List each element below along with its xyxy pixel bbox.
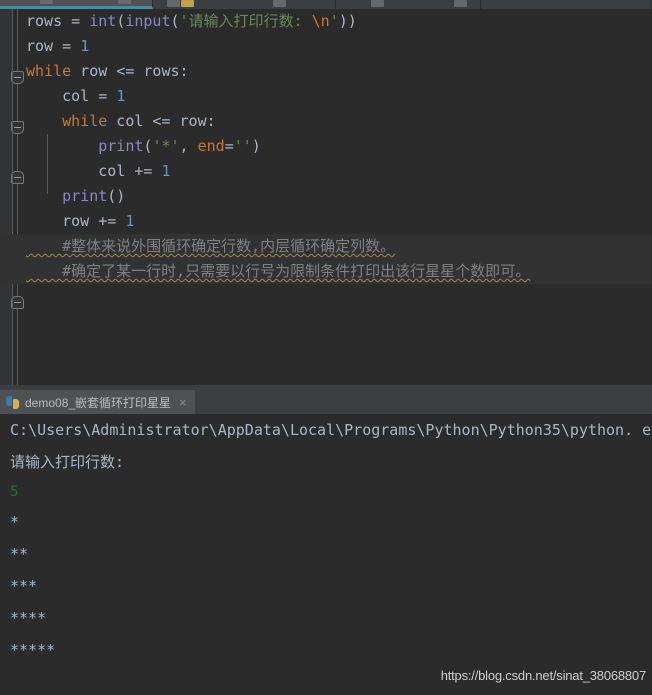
code-token-plain: row: [26, 212, 99, 230]
code-token-keyword: while: [26, 62, 72, 80]
code-token-comment-squiggle: #整体来说外围循环确定行数,内层循环确定列数。: [26, 237, 396, 255]
code-token-plain: )): [338, 12, 357, 30]
code-line[interactable]: row = 1: [0, 34, 652, 59]
code-token-number: 1: [116, 87, 126, 105]
tab-icon-fragment: [181, 0, 194, 7]
code-token-op: =: [71, 12, 90, 30]
code-line[interactable]: while row <= rows:: [0, 59, 652, 84]
editor-tab-2[interactable]: [153, 0, 336, 9]
code-token-escape: \n: [311, 12, 330, 30]
code-token-string: ': [329, 12, 339, 30]
code-token-plain: (: [116, 12, 126, 30]
code-token-string: '': [233, 137, 252, 155]
code-token-plain: ): [251, 137, 261, 155]
code-token-op: +=: [134, 162, 162, 180]
code-token-plain: col: [26, 87, 99, 105]
code-token-kwarg: end: [197, 137, 225, 155]
console-output-line: C:\Users\Administrator\AppData\Local\Pro…: [10, 421, 652, 439]
code-line[interactable]: print(): [0, 184, 652, 209]
close-icon[interactable]: ×: [177, 396, 187, 409]
code-token-number: 1: [80, 37, 90, 55]
console-tab[interactable]: demo08_嵌套循环打印星星 ×: [0, 390, 195, 414]
code-token-plain: row: [26, 37, 63, 55]
code-line[interactable]: col += 1: [0, 159, 652, 184]
tab-icon-fragment: [118, 0, 131, 4]
code-token-plain: ,: [179, 137, 198, 155]
code-token-function: print: [62, 187, 108, 205]
run-console-tabbar: demo08_嵌套循环打印星星 ×: [0, 390, 652, 414]
editor-tab-active[interactable]: [0, 0, 153, 9]
code-line[interactable]: while col <= row:: [0, 109, 652, 134]
tab-icon-fragment: [40, 0, 53, 4]
code-token-comment-squiggle: #确定了某一行时,只需要以行号为限制条件打印出该行星星个数即可。: [26, 262, 531, 280]
code-token-op: =: [98, 87, 117, 105]
code-token-plain: rows: [26, 12, 72, 30]
code-editor[interactable]: rows = int(input('请输入打印行数: \n')) row = 1w…: [0, 9, 652, 385]
code-token-number: 1: [161, 162, 171, 180]
code-line[interactable]: col = 1: [0, 84, 652, 109]
code-token-keyword: while: [62, 112, 108, 130]
code-token-function: input: [125, 12, 171, 30]
console-output-line: 请输入打印行数:: [10, 453, 125, 471]
editor-tab-3[interactable]: [336, 0, 481, 9]
code-token-function: print: [98, 137, 144, 155]
code-line[interactable]: row += 1: [0, 209, 652, 234]
run-console-output[interactable]: C:\Users\Administrator\AppData\Local\Pro…: [0, 414, 652, 695]
console-output-line: ****: [10, 609, 47, 627]
editor-tab-4[interactable]: [481, 0, 652, 9]
code-token-plain: col <= row:: [107, 112, 216, 130]
code-token-plain: col: [26, 162, 135, 180]
code-token-plain: (): [107, 187, 126, 205]
code-token-op: =: [62, 37, 81, 55]
tab-icon-fragment: [454, 0, 467, 7]
code-token-op: =: [224, 137, 234, 155]
code-lines[interactable]: rows = int(input('请输入打印行数: \n')) row = 1w…: [0, 9, 652, 385]
pycharm-window: rows = int(input('请输入打印行数: \n')) row = 1w…: [0, 0, 652, 695]
code-token-string: [303, 12, 312, 30]
console-output-line: 5: [10, 484, 19, 500]
console-output-line: *: [10, 513, 20, 531]
code-token-function: int: [89, 12, 117, 30]
code-token-op: +=: [98, 212, 126, 230]
editor-tab-strip: [0, 0, 652, 9]
code-token-number: 1: [125, 212, 135, 230]
console-output-line: *****: [10, 641, 56, 659]
console-output-line: **: [10, 545, 29, 563]
tab-icon-fragment: [371, 0, 384, 7]
code-token-string: '*': [152, 137, 180, 155]
code-line[interactable]: print('*', end=''): [0, 134, 652, 159]
python-icon: [6, 395, 19, 409]
code-token-plain: row <= rows:: [71, 62, 189, 80]
code-line[interactable]: rows = int(input('请输入打印行数: \n')): [0, 9, 652, 34]
code-line[interactable]: #整体来说外围循环确定行数,内层循环确定列数。: [0, 234, 652, 259]
code-token-string: '请输入打印行数:: [179, 12, 303, 30]
code-line[interactable]: #确定了某一行时,只需要以行号为限制条件打印出该行星星个数即可。: [0, 259, 652, 284]
tab-icon-fragment: [273, 0, 286, 7]
console-tab-label: demo08_嵌套循环打印星星: [25, 395, 172, 410]
tab-icon-fragment: [167, 0, 180, 7]
console-output-line: ***: [10, 577, 38, 595]
watermark: https://blog.csdn.net/sinat_38068807: [440, 668, 646, 683]
code-token-plain: (: [170, 12, 180, 30]
